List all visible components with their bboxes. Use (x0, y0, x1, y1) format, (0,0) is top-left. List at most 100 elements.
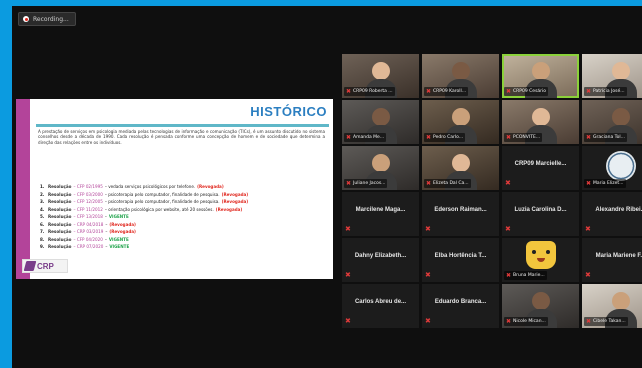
mic-muted-icon: ✖ (585, 226, 591, 233)
resolution-head: Resolução (48, 229, 72, 234)
mic-muted-icon: ✖ (586, 87, 592, 95)
participant-name-tag: ✖ Cibele Takan... (584, 317, 628, 326)
participant-tile[interactable]: Carlos Abreu de... ✖ (342, 284, 419, 328)
participant-tile[interactable]: ✖ CRP09 Karoll... (422, 54, 499, 98)
mic-muted-icon: ✖ (426, 179, 432, 187)
participant-tile[interactable]: Eduardo Branca... ✖ (422, 284, 499, 328)
resolution-number: 4. (40, 206, 45, 212)
resolution-head: Resolução (48, 206, 72, 212)
resolution-code: – CFP 13/2018 (73, 214, 103, 219)
participant-tile[interactable]: Ederson Raiman... ✖ (422, 192, 499, 236)
resolution-item: 9. Resolução – CRP 07/2020 – VIGENTE (40, 243, 248, 251)
participant-name-tag: ✖ Elizeta Dal Ca... (424, 179, 471, 188)
participant-video (364, 154, 397, 190)
crp-logo: CRP (22, 259, 68, 273)
slide-title: HISTÓRICO (250, 104, 327, 119)
participant-name: CRP09 Cesário (513, 89, 547, 94)
participant-tile[interactable]: ✖ Nicole Mican... (502, 284, 579, 328)
participant-tile[interactable]: ✖ Elizeta Dal Ca... (422, 146, 499, 190)
participant-tile[interactable]: ✖ Graciana Tol... (582, 100, 642, 144)
participant-name-tag: ✖ Maria Elizet... (584, 179, 626, 188)
participant-name: Cibele Takan... (593, 319, 626, 324)
participant-tile[interactable]: CRP09 Marcielle... ✖ (502, 146, 579, 190)
participant-tile[interactable]: ✖ Cibele Takan... (582, 284, 642, 328)
resolution-text: – (105, 229, 108, 234)
mic-muted-icon: ✖ (346, 87, 352, 95)
participant-video (524, 292, 557, 328)
resolution-number: 1. (40, 184, 45, 189)
participant-tile[interactable]: Elba Hortência T... ✖ (422, 238, 499, 282)
participant-video (524, 62, 557, 98)
mic-muted-icon: ✖ (346, 133, 352, 141)
mic-muted-icon: ✖ (345, 272, 351, 279)
resolution-text: – (104, 214, 107, 219)
resolution-code: – CFP 11/2012 (73, 206, 103, 212)
participant-name-tag: ✖ Pedro Carlo... (424, 133, 466, 142)
resolution-head: Resolução (48, 221, 72, 227)
mic-muted-icon: ✖ (505, 180, 511, 187)
participant-name: Ederson Raiman... (434, 207, 487, 213)
participant-video (604, 292, 637, 328)
participant-tile[interactable]: Dahny Elizabeth... ✖ (342, 238, 419, 282)
resolution-status: VIGENTE (108, 236, 129, 242)
participant-tile[interactable]: ✖ Pedro Carlo... (422, 100, 499, 144)
resolution-status: VIGENTE (108, 214, 129, 219)
participant-tile[interactable]: ✖ Maria Elizet... (582, 146, 642, 190)
resolution-number: 7. (40, 229, 45, 234)
participant-tile[interactable]: Luzia Carolina D... ✖ (502, 192, 579, 236)
mic-muted-icon: ✖ (506, 133, 512, 141)
participant-tile[interactable]: ✖ CRP09 Roberta ... (342, 54, 419, 98)
participant-name-tag: ✖ Juliane Jacos... (344, 179, 388, 188)
participant-tile[interactable]: ✖ Amanda Me... (342, 100, 419, 144)
participant-tile[interactable]: ✖ Juliane Jacos... (342, 146, 419, 190)
participant-name: Dahny Elizabeth... (354, 253, 407, 259)
resolution-code: – CRP 04/2018 (73, 221, 104, 227)
participant-name: Nicole Mican... (513, 319, 546, 324)
participant-video (604, 108, 637, 144)
resolution-number: 8. (40, 236, 45, 242)
resolution-head: Resolução (48, 244, 72, 249)
resolution-text: – (105, 221, 108, 227)
record-icon (23, 16, 29, 22)
participant-name: Elizeta Dal Ca... (433, 181, 469, 186)
resolution-number: 5. (40, 214, 45, 219)
mic-muted-icon: ✖ (425, 226, 431, 233)
mic-muted-icon: ✖ (586, 179, 592, 187)
mic-muted-icon: ✖ (506, 271, 512, 279)
participant-name-tag: ✖ Amanda Me... (344, 133, 387, 142)
resolution-item: 8. Resolução – CFP 04/2020 – VIGENTE (40, 236, 248, 244)
participant-video (604, 62, 637, 98)
participant-tile[interactable]: ✖ Patrícia José... (582, 54, 642, 98)
meeting-window: Recording... HISTÓRICO A prestação de se… (12, 6, 642, 368)
participant-video (444, 108, 477, 144)
resolution-item: 5. Resolução – CFP 13/2018 – VIGENTE (40, 213, 248, 221)
participant-name: CRP09 Karoll... (433, 89, 467, 94)
participant-tile[interactable]: Alexandre Ribei... ✖ (582, 192, 642, 236)
participant-tile[interactable]: ✖ PCONVITE... (502, 100, 579, 144)
resolution-code: – CRP 03/2019 (73, 229, 104, 234)
participant-tile[interactable]: Marcilene Maga... ✖ (342, 192, 419, 236)
participant-tile[interactable]: ✖ CRP09 Cesário (502, 54, 579, 98)
participant-name: CRP09 Marcielle... (514, 161, 567, 167)
recording-label: Recording... (33, 15, 69, 23)
participant-name-tag: ✖ Bruna Marie... (504, 271, 547, 280)
participant-name: CRP09 Roberta ... (353, 89, 393, 94)
resolution-text: – (105, 244, 108, 249)
resolution-code: – CFP 02/1995 (73, 184, 103, 189)
mic-muted-icon: ✖ (585, 272, 591, 279)
resolution-code: – CRP 07/2020 (73, 244, 104, 249)
resolution-item: 1. Resolução – CFP 02/1995 – vedada serviç… (40, 183, 248, 191)
profile-picture (605, 151, 636, 181)
profile-picture (525, 241, 556, 269)
recording-indicator[interactable]: Recording... (18, 12, 76, 26)
participant-tile[interactable]: Maria Mariene F... ✖ (582, 238, 642, 282)
resolution-status: (Revogada) (221, 199, 249, 204)
resolution-item: 4. Resolução – CFP 11/2012 – orientação ps… (40, 206, 248, 214)
resolution-head: Resolução (48, 184, 72, 189)
participant-tile[interactable]: ✖ Bruna Marie... (502, 238, 579, 282)
resolution-status: VIGENTE (109, 244, 130, 249)
slide-divider (36, 124, 329, 127)
participant-name-tag: ✖ Nicole Mican... (504, 317, 548, 326)
participant-video (444, 154, 477, 190)
mic-muted-icon: ✖ (345, 226, 351, 233)
